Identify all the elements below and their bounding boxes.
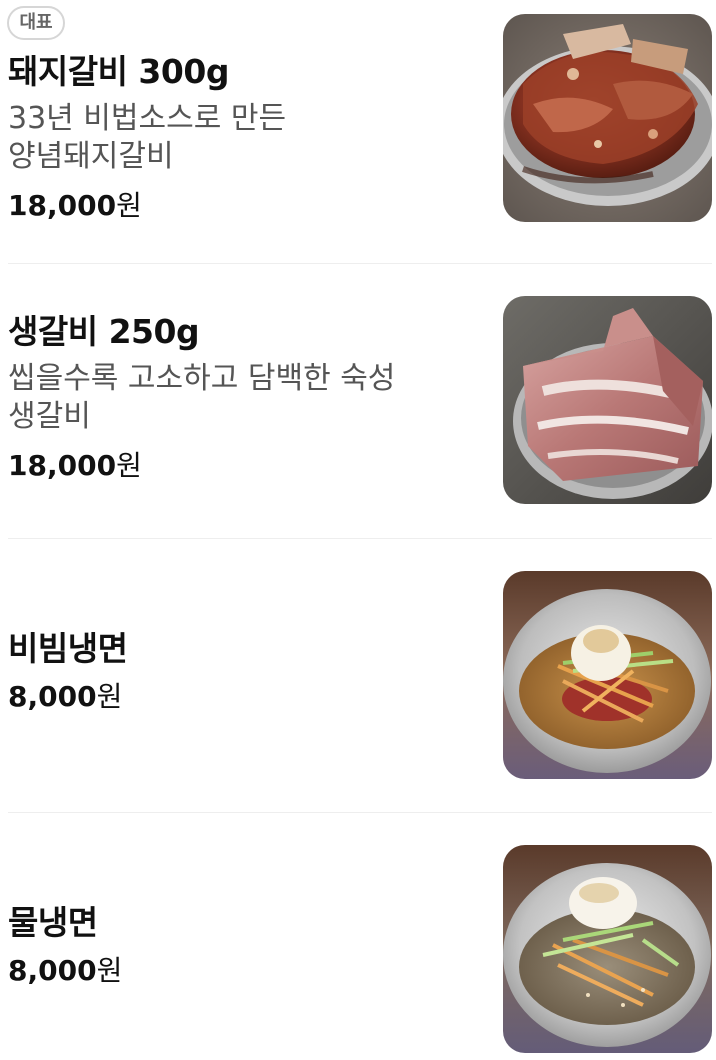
signature-badge: 대표 [7,6,65,40]
price-amount: 18,000 [8,189,117,222]
menu-list: 대표 돼지갈비 300g 33년 비법소스로 만든 양념돼지갈비 18,000원 [0,0,716,1060]
mul-naengmyeon-photo[interactable] [503,845,712,1053]
menu-item-price: 18,000원 [8,446,478,486]
mul-naengmyeon-image [503,845,712,1053]
menu-item-name: 비빔냉면 [8,629,128,668]
menu-item-price: 8,000원 [8,677,478,717]
bibim-naengmyeon-photo[interactable] [503,571,712,779]
price-unit: 원 [96,954,123,987]
raw-ribs-photo[interactable] [503,296,712,504]
marinated-pork-ribs-photo[interactable] [503,14,712,222]
price-unit: 원 [96,680,123,713]
bibim-naengmyeon-image [503,571,712,779]
price-unit: 원 [116,449,142,482]
marinated-pork-ribs-image [503,14,712,222]
price-unit: 원 [116,189,142,222]
menu-item-bibim-naengmyeon[interactable]: 비빔냉면 8,000원 [0,539,716,813]
menu-item-name: 생갈비 250g [8,312,200,351]
menu-item-raw-galbi[interactable]: 생갈비 250g 씹을수록 고소하고 담백한 숙성 생갈비 18,000원 [0,264,716,539]
menu-item-pork-galbi[interactable]: 대표 돼지갈비 300g 33년 비법소스로 만든 양념돼지갈비 18,000원 [0,0,716,264]
menu-item-name: 돼지갈비 300g [8,52,229,91]
menu-item-description: 씹을수록 고소하고 담백한 숙성 생갈비 [8,361,396,434]
price-amount: 18,000 [8,449,117,482]
menu-item-mul-naengmyeon[interactable]: 물냉면 8,000원 [0,813,716,1060]
menu-item-price: 8,000원 [8,951,478,991]
menu-item-text: 비빔냉면 8,000원 [8,627,478,717]
price-amount: 8,000 [8,680,97,713]
menu-item-text: 생갈비 250g 씹을수록 고소하고 담백한 숙성 생갈비 18,000원 [8,310,478,486]
menu-item-name: 물냉면 [8,903,98,942]
menu-item-description: 33년 비법소스로 만든 양념돼지갈비 [8,101,287,174]
menu-item-text: 돼지갈비 300g 33년 비법소스로 만든 양념돼지갈비 18,000원 [8,50,478,226]
price-amount: 8,000 [8,954,97,987]
raw-ribs-image [503,296,712,504]
menu-item-price: 18,000원 [8,186,478,226]
menu-item-text: 물냉면 8,000원 [8,901,478,991]
